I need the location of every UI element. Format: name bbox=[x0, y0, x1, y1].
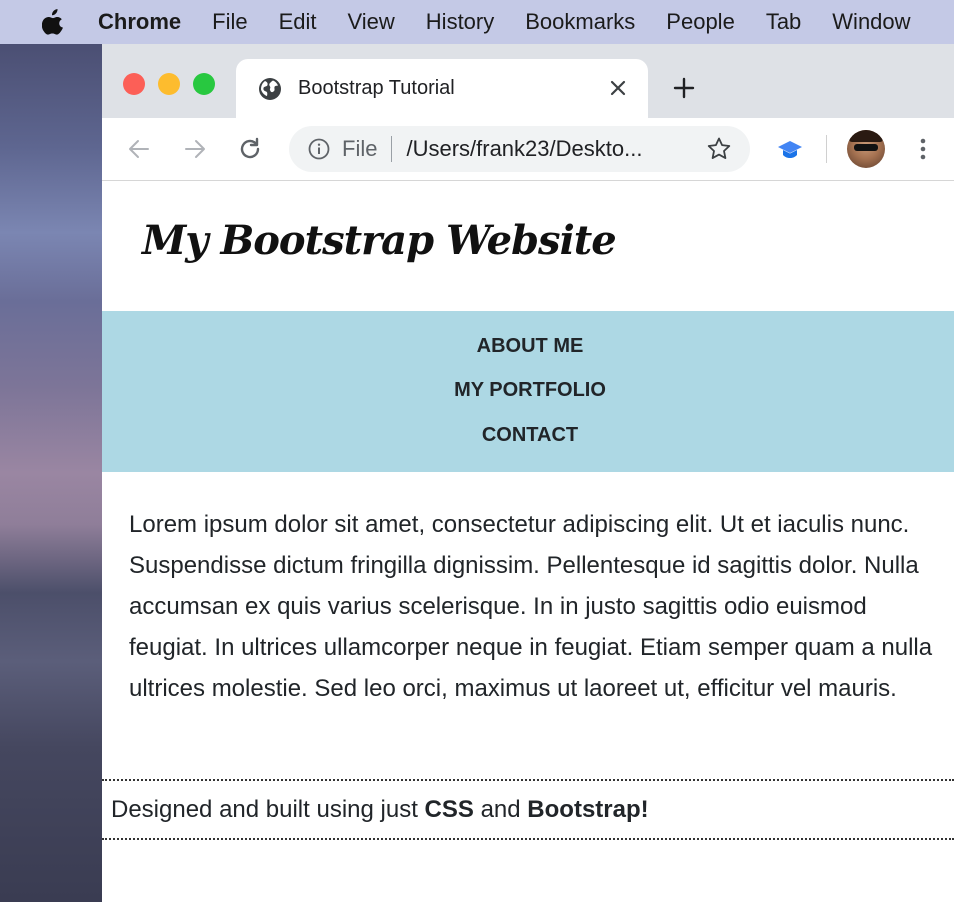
globe-icon bbox=[259, 77, 281, 100]
menu-tab[interactable]: Tab bbox=[766, 9, 801, 35]
address-separator bbox=[391, 136, 393, 162]
nav-link-contact[interactable]: CONTACT bbox=[102, 424, 954, 447]
window-close-button[interactable] bbox=[123, 73, 145, 95]
url-text[interactable]: /Users/frank23/Deskto... bbox=[406, 136, 642, 162]
graduation-cap-extension-icon[interactable] bbox=[777, 137, 803, 163]
footer-middle: and bbox=[473, 795, 528, 823]
address-bar[interactable]: File /Users/frank23/Deskto... bbox=[289, 126, 750, 172]
browser-window: Bootstrap Tutorial File /Users/frank23/D… bbox=[102, 44, 954, 902]
menu-view[interactable]: View bbox=[348, 9, 395, 35]
footer-text: Designed and built using just CSS and Bo… bbox=[111, 796, 649, 824]
forward-arrow-icon[interactable] bbox=[182, 136, 208, 162]
nav-link-about-me[interactable]: ABOUT ME bbox=[102, 335, 954, 358]
avatar-hair bbox=[849, 130, 883, 142]
toolbar-separator bbox=[826, 135, 827, 163]
menu-history[interactable]: History bbox=[426, 9, 494, 35]
menu-edit[interactable]: Edit bbox=[279, 9, 317, 35]
star-icon[interactable] bbox=[706, 136, 732, 162]
close-icon[interactable] bbox=[606, 76, 630, 100]
kebab-menu-icon[interactable] bbox=[910, 136, 936, 162]
site-navbar: ABOUT ME MY PORTFOLIO CONTACT bbox=[102, 311, 954, 472]
info-icon[interactable] bbox=[307, 137, 331, 161]
menu-app-chrome[interactable]: Chrome bbox=[98, 9, 181, 35]
reload-icon[interactable] bbox=[237, 136, 263, 162]
url-scheme-label: File bbox=[342, 136, 378, 161]
back-arrow-icon[interactable] bbox=[126, 136, 152, 162]
profile-avatar[interactable] bbox=[847, 130, 885, 168]
new-tab-icon[interactable] bbox=[672, 76, 696, 100]
browser-toolbar: File /Users/frank23/Deskto... bbox=[102, 118, 954, 181]
tab-strip: Bootstrap Tutorial bbox=[102, 44, 954, 118]
footer-css: CSS bbox=[424, 795, 474, 823]
menu-window[interactable]: Window bbox=[832, 9, 910, 35]
desktop-wallpaper bbox=[0, 44, 102, 902]
menu-people[interactable]: People bbox=[666, 9, 735, 35]
footer-prefix: Designed and built using just bbox=[111, 795, 425, 823]
avatar-sunglasses bbox=[854, 144, 878, 151]
tab-title: Bootstrap Tutorial bbox=[298, 77, 455, 99]
nav-link-my-portfolio[interactable]: MY PORTFOLIO bbox=[102, 379, 954, 402]
site-footer: Designed and built using just CSS and Bo… bbox=[102, 779, 954, 840]
tab-bootstrap-tutorial[interactable]: Bootstrap Tutorial bbox=[236, 59, 648, 118]
apple-icon[interactable] bbox=[42, 9, 64, 35]
window-zoom-button[interactable] bbox=[193, 73, 215, 95]
window-minimize-button[interactable] bbox=[158, 73, 180, 95]
site-title: My Bootstrap Website bbox=[142, 217, 617, 264]
mac-menu-bar: Chrome File Edit View History Bookmarks … bbox=[0, 0, 954, 44]
menu-file[interactable]: File bbox=[212, 9, 247, 35]
body-paragraph: Lorem ipsum dolor sit amet, consectetur … bbox=[129, 511, 933, 702]
menu-bookmarks[interactable]: Bookmarks bbox=[525, 9, 635, 35]
footer-bootstrap: Bootstrap! bbox=[527, 795, 649, 823]
